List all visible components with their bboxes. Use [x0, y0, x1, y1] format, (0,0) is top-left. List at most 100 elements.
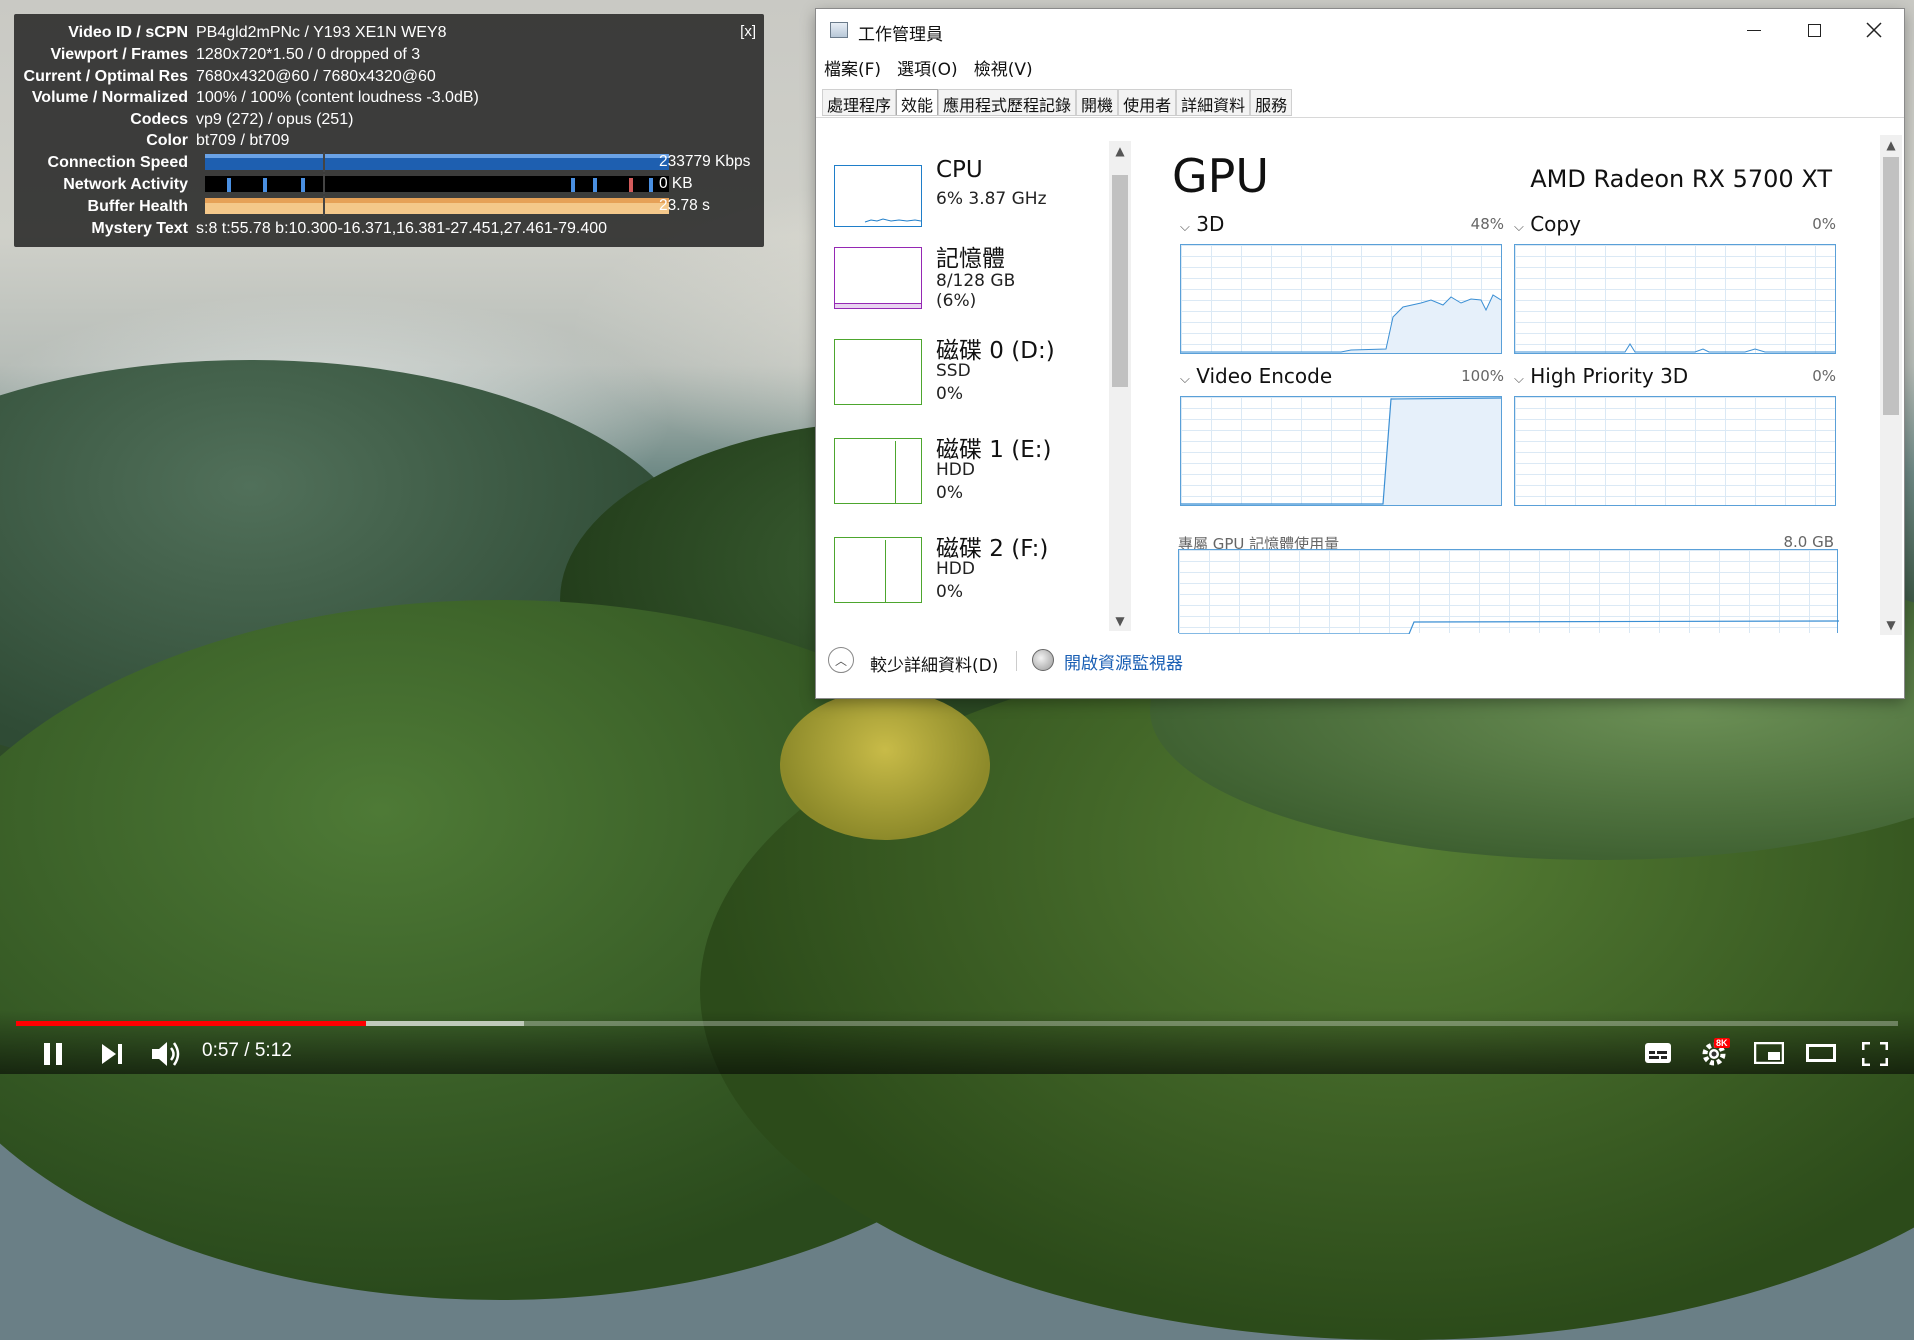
scroll-up-icon[interactable]: ▲: [1109, 141, 1131, 161]
title-bar[interactable]: 工作管理員: [816, 9, 1904, 51]
chevron-up-icon: ︿: [834, 653, 847, 668]
connection-speed-value: 233779 Kbps: [659, 153, 751, 170]
tab-divider: [816, 117, 1904, 118]
resource-item-memory[interactable]: 記憶體 8/128 GB (6%): [830, 239, 1060, 319]
graph-high-priority-3d: [1514, 396, 1836, 506]
tab-processes[interactable]: 處理程序: [822, 89, 897, 115]
stat-key: Color: [146, 131, 188, 149]
scrollbar-thumb[interactable]: [1112, 175, 1128, 387]
engine-percent: 48%: [1470, 215, 1504, 233]
chevron-down-icon: ⌵: [1180, 220, 1190, 235]
task-manager-app-icon: [830, 22, 848, 38]
stat-value: 7680x4320@60 / 7680x4320@60: [196, 67, 436, 85]
theater-mode-button[interactable]: [1806, 1044, 1836, 1067]
stat-row: Volume / Normalized 100% / 100% (content…: [14, 87, 479, 108]
pause-button[interactable]: [42, 1042, 64, 1071]
open-resource-monitor-link[interactable]: 開啟資源監視器: [1064, 649, 1183, 674]
next-icon: [102, 1044, 122, 1064]
resource-sub2: 0%: [936, 483, 963, 503]
tab-services[interactable]: 服務: [1250, 89, 1293, 115]
resource-monitor-icon: [1032, 649, 1054, 671]
resource-sub1: 6% 3.87 GHz: [936, 189, 1047, 209]
connection-speed-graph: [205, 152, 669, 172]
stat-key: Volume / Normalized: [31, 88, 188, 106]
network-activity-value: 0 KB: [659, 175, 693, 192]
mute-button[interactable]: [150, 1040, 182, 1073]
resource-item-disk1[interactable]: 磁碟 1 (E:) HDD 0%: [830, 430, 1060, 510]
stat-value: vp9 (272) / opus (251): [196, 110, 354, 128]
engine-selector-copy[interactable]: ⌵ Copy: [1514, 212, 1581, 236]
scroll-down-icon[interactable]: ▼: [1109, 611, 1131, 631]
maximize-button[interactable]: [1784, 9, 1844, 51]
next-button[interactable]: [100, 1043, 124, 1070]
scroll-down-icon[interactable]: ▼: [1880, 615, 1902, 635]
resource-name: CPU: [936, 157, 983, 183]
stat-key: Buffer Health: [87, 197, 188, 215]
tab-details[interactable]: 詳細資料: [1176, 89, 1251, 115]
stat-row: Viewport / Frames 1280x720*1.50 / 0 drop…: [14, 44, 420, 65]
resource-item-disk0[interactable]: 磁碟 0 (D:) SSD 0%: [830, 331, 1060, 411]
subtitles-button[interactable]: [1644, 1042, 1672, 1069]
stat-value: 1280x720*1.50 / 0 dropped of 3: [196, 45, 421, 63]
stat-row: Color bt709 / bt709: [14, 130, 289, 151]
tab-startup[interactable]: 開機: [1076, 89, 1119, 115]
stat-key: Current / Optimal Res: [23, 67, 188, 85]
graph-copy: [1514, 244, 1836, 354]
tab-performance[interactable]: 效能: [896, 89, 939, 115]
engine-selector-high-priority-3d[interactable]: ⌵ High Priority 3D: [1514, 364, 1688, 388]
settings-button[interactable]: 8K: [1700, 1038, 1730, 1073]
scroll-up-icon[interactable]: ▲: [1880, 135, 1902, 155]
resource-list: CPU 6% 3.87 GHz 記憶體 8/128 GB (6%) 磁碟 0 (…: [830, 139, 1060, 619]
quality-badge: 8K: [1714, 1038, 1730, 1048]
footer-bar: ︿ 較少詳細資料(D) 開啟資源監視器: [816, 637, 1904, 697]
miniplayer-button[interactable]: [1753, 1041, 1785, 1069]
network-activity-graph: [205, 174, 669, 194]
gpu-model: AMD Radeon RX 5700 XT: [1530, 165, 1832, 193]
chevron-down-icon: ⌵: [1180, 372, 1190, 387]
disk1-thumbnail-graph: [834, 438, 922, 504]
close-button[interactable]: [1844, 9, 1904, 51]
menu-view[interactable]: 檢視(V): [966, 55, 1041, 80]
fewer-details-button[interactable]: ︿: [828, 647, 854, 673]
stat-row: Buffer Health: [14, 196, 196, 217]
buffer-health-graph: [205, 196, 669, 216]
engine-percent: 100%: [1461, 367, 1504, 385]
resource-sub2: 0%: [936, 582, 963, 602]
scrollbar-thumb[interactable]: [1883, 157, 1899, 415]
chevron-down-icon: ⌵: [1514, 372, 1524, 387]
cpu-thumbnail-graph: [834, 165, 922, 227]
fullscreen-button[interactable]: [1861, 1041, 1889, 1071]
resource-list-scrollbar[interactable]: ▲ ▼: [1109, 141, 1131, 631]
fewer-details-link[interactable]: 較少詳細資料(D): [870, 651, 998, 676]
resource-sub1: 8/128 GB (6%): [936, 271, 1016, 311]
close-icon: [1866, 22, 1882, 38]
engine-label: 3D: [1196, 212, 1225, 236]
tab-users[interactable]: 使用者: [1118, 89, 1177, 115]
progress-played: [16, 1021, 366, 1026]
memory-thumbnail-graph: [834, 247, 922, 309]
detail-scrollbar[interactable]: ▲ ▼: [1880, 135, 1902, 635]
resource-item-cpu[interactable]: CPU 6% 3.87 GHz: [830, 139, 1060, 227]
resource-item-disk2[interactable]: 磁碟 2 (F:) HDD 0%: [830, 529, 1060, 609]
stat-key: Network Activity: [63, 175, 188, 193]
stat-key: Mystery Text: [91, 219, 188, 237]
pause-icon: [44, 1043, 62, 1065]
engine-selector-3d[interactable]: ⌵ 3D: [1180, 212, 1224, 236]
stat-key: Viewport / Frames: [50, 45, 188, 63]
resource-sub1: SSD: [936, 361, 971, 381]
stats-close-button[interactable]: [x]: [740, 23, 756, 40]
tab-app-history[interactable]: 應用程式歷程記錄: [938, 89, 1077, 115]
stat-row: Connection Speed: [14, 152, 196, 173]
menu-options[interactable]: 選項(O): [889, 55, 966, 80]
subtitles-icon: [1645, 1043, 1671, 1063]
resource-sub2: 0%: [936, 384, 963, 404]
stat-row: Codecs vp9 (272) / opus (251): [14, 109, 353, 130]
resource-sub1: HDD: [936, 460, 975, 480]
stat-key: Video ID / sCPN: [68, 23, 188, 41]
menu-bar: 檔案(F) 選項(O) 檢視(V): [816, 55, 1041, 80]
menu-file[interactable]: 檔案(F): [816, 55, 889, 80]
engine-selector-video-encode[interactable]: ⌵ Video Encode: [1180, 364, 1332, 388]
minimize-button[interactable]: [1724, 9, 1784, 51]
stat-value: PB4gld2mPNc / Y193 XE1N WEY8: [196, 23, 447, 41]
engine-label: Copy: [1530, 212, 1581, 236]
